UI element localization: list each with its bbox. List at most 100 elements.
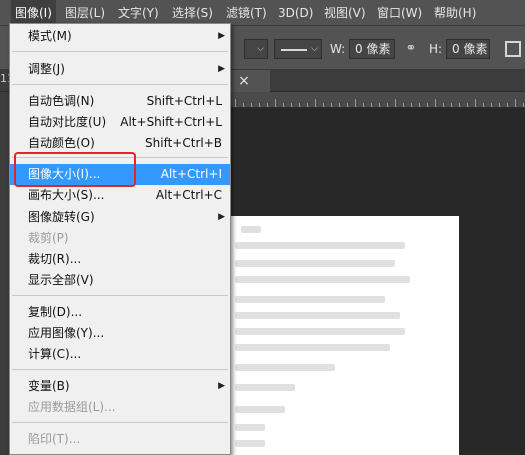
ruler-tick bbox=[371, 103, 372, 107]
blurred-text bbox=[235, 242, 405, 249]
blurred-text bbox=[235, 364, 335, 371]
height-field[interactable]: 0 像素 bbox=[446, 39, 490, 59]
menu-item-label: 裁剪(P) bbox=[28, 231, 69, 245]
blurred-text bbox=[235, 296, 385, 303]
menu-item-label: 自动色调(N) bbox=[28, 94, 95, 108]
menu-item-adjustments[interactable]: 调整(J) ▶ bbox=[10, 59, 230, 80]
menu-item-label: 显示全部(V) bbox=[28, 273, 94, 287]
ruler-tick bbox=[347, 103, 348, 107]
menu-item-label: 复制(D)... bbox=[28, 305, 83, 319]
submenu-arrow-icon: ▶ bbox=[218, 64, 225, 74]
menu-item-label: 画布大小(S)... bbox=[28, 188, 105, 202]
menu-item-mode[interactable]: 模式(M) ▶ bbox=[10, 26, 230, 47]
menu-separator bbox=[12, 295, 228, 296]
menu-item-label: 裁切(R)... bbox=[28, 252, 82, 266]
blurred-text bbox=[235, 276, 410, 283]
blurred-text bbox=[235, 406, 285, 413]
close-icon[interactable]: × bbox=[236, 71, 252, 91]
ruler-tick bbox=[483, 103, 484, 107]
blurred-text bbox=[235, 384, 295, 391]
menu-item-label: 图像旋转(G) bbox=[28, 210, 95, 224]
blurred-text bbox=[235, 328, 405, 335]
stroke-type-dropdown[interactable]: ⌵ bbox=[274, 39, 322, 59]
menu-item-label: 计算(C)... bbox=[28, 347, 82, 361]
menu-item-reveal-all[interactable]: 显示全部(V) bbox=[10, 270, 230, 291]
ruler-tick bbox=[419, 103, 420, 107]
menu-item-apply-data-set: 应用数据组(L)... bbox=[10, 397, 230, 418]
menu-item-trap: 陷印(T)... bbox=[10, 429, 230, 450]
menu-item-calculations[interactable]: 计算(C)... bbox=[10, 344, 230, 365]
document-canvas[interactable] bbox=[231, 216, 459, 455]
menu-item-canvas-size[interactable]: 画布大小(S)... Alt+Ctrl+C bbox=[10, 185, 230, 206]
menu-3d[interactable]: 3D(D) bbox=[274, 0, 317, 26]
menu-item-duplicate[interactable]: 复制(D)... bbox=[10, 302, 230, 323]
ruler-tick bbox=[451, 103, 452, 107]
menu-view[interactable]: 视图(V) bbox=[320, 0, 370, 26]
ruler-tick bbox=[323, 103, 324, 107]
ruler-tick bbox=[339, 103, 340, 107]
blurred-text bbox=[241, 226, 261, 233]
menu-item-label: 应用图像(Y)... bbox=[28, 326, 105, 340]
menu-item-shortcut: Alt+Ctrl+I bbox=[160, 167, 222, 181]
blurred-text bbox=[235, 312, 400, 319]
menu-item-label: 模式(M) bbox=[28, 29, 72, 43]
menu-separator bbox=[12, 51, 228, 52]
chevron-down-icon: ⌵ bbox=[257, 44, 264, 54]
menu-item-label: 陷印(T)... bbox=[28, 432, 81, 446]
menu-item-shortcut: Shift+Ctrl+B bbox=[145, 136, 222, 150]
menu-item-crop: 裁剪(P) bbox=[10, 228, 230, 249]
ruler-tick bbox=[379, 103, 380, 107]
canvas-area[interactable] bbox=[231, 108, 525, 455]
ruler-tick bbox=[331, 103, 332, 107]
menu-item-auto-contrast[interactable]: 自动对比度(U) Alt+Shift+Ctrl+L bbox=[10, 112, 230, 133]
ruler-tick bbox=[491, 103, 492, 107]
ruler-tick bbox=[499, 103, 500, 107]
ruler-tick bbox=[315, 99, 316, 107]
ruler-tick bbox=[403, 103, 404, 107]
width-label: W: bbox=[330, 42, 346, 56]
ruler-tick bbox=[427, 103, 428, 107]
ruler-tick bbox=[443, 103, 444, 107]
ruler-tick bbox=[467, 103, 468, 107]
horizontal-ruler[interactable] bbox=[231, 92, 525, 108]
menu-item-trim[interactable]: 裁切(R)... bbox=[10, 249, 230, 270]
menu-item-shortcut: Shift+Ctrl+L bbox=[146, 94, 222, 108]
menu-item-variables[interactable]: 变量(B) ▶ bbox=[10, 376, 230, 397]
ruler-tick bbox=[259, 103, 260, 107]
ruler-tick bbox=[283, 103, 284, 107]
ruler-tick bbox=[235, 99, 236, 107]
menu-item-image-rotation[interactable]: 图像旋转(G) ▶ bbox=[10, 207, 230, 228]
ruler-tick bbox=[291, 103, 292, 107]
menu-item-auto-color[interactable]: 自动颜色(O) Shift+Ctrl+B bbox=[10, 133, 230, 154]
ruler-tick bbox=[507, 103, 508, 107]
menu-item-label: 自动颜色(O) bbox=[28, 136, 95, 150]
menu-item-apply-image[interactable]: 应用图像(Y)... bbox=[10, 323, 230, 344]
ruler-tick bbox=[515, 99, 516, 107]
ruler-tick bbox=[435, 99, 436, 107]
menu-item-shortcut: Alt+Ctrl+C bbox=[155, 188, 222, 202]
menu-window[interactable]: 窗口(W) bbox=[373, 0, 426, 26]
ruler-tick bbox=[275, 99, 276, 107]
menu-item-label: 变量(B) bbox=[28, 379, 70, 393]
ruler-tick bbox=[411, 103, 412, 107]
menu-help[interactable]: 帮助(H) bbox=[430, 0, 480, 26]
menu-item-shortcut: Alt+Shift+Ctrl+L bbox=[120, 115, 222, 129]
ruler-tick bbox=[395, 99, 396, 107]
stroke-line-preview bbox=[281, 49, 307, 51]
width-field[interactable]: 0 像素 bbox=[349, 39, 395, 59]
path-operations-icon[interactable] bbox=[505, 41, 521, 57]
fill-dropdown[interactable]: ⌵ bbox=[244, 39, 268, 59]
menu-item-label: 调整(J) bbox=[28, 62, 65, 76]
ruler-tick bbox=[307, 103, 308, 107]
ruler-tick bbox=[387, 103, 388, 107]
menu-item-label: 自动对比度(U) bbox=[28, 115, 107, 129]
image-menu-dropdown: 模式(M) ▶ 调整(J) ▶ 自动色调(N) Shift+Ctrl+L 自动对… bbox=[9, 23, 231, 455]
ruler-tick bbox=[523, 103, 524, 107]
link-icon[interactable]: ⚭ bbox=[402, 39, 420, 59]
menu-separator bbox=[12, 84, 228, 85]
menu-item-auto-tone[interactable]: 自动色调(N) Shift+Ctrl+L bbox=[10, 91, 230, 112]
menu-item-label: 应用数据组(L)... bbox=[28, 400, 116, 414]
ruler-tick bbox=[243, 103, 244, 107]
ruler-tick bbox=[475, 99, 476, 107]
submenu-arrow-icon: ▶ bbox=[218, 381, 225, 391]
